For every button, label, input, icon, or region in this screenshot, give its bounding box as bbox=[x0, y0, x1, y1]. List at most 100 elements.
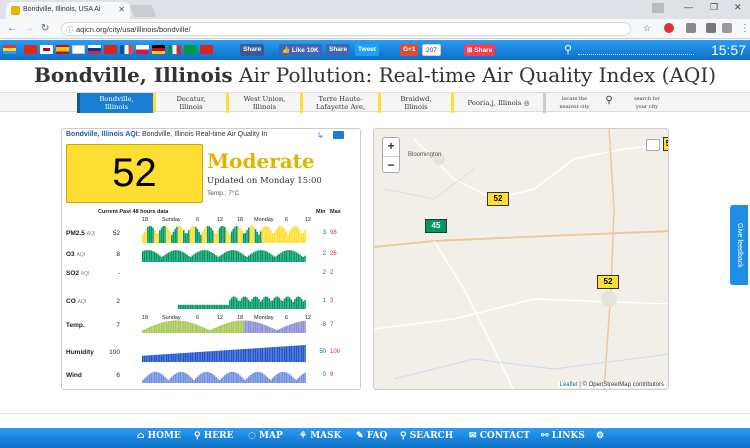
flag-icon[interactable] bbox=[88, 45, 101, 54]
aqi-header-link[interactable]: Bondville, Illinois AQI: bbox=[66, 131, 140, 138]
tweet-button[interactable]: Tweet bbox=[355, 44, 379, 56]
share-button-2[interactable]: ⊞ Share bbox=[464, 44, 496, 56]
sparkline-bar bbox=[167, 252, 170, 262]
nav-search[interactable]: ⚲ SEARCH bbox=[400, 431, 453, 441]
settings-gear-icon[interactable]: ⚙ bbox=[596, 431, 604, 441]
sparkline-bar bbox=[295, 322, 298, 333]
search-icon[interactable]: ⚲ bbox=[564, 43, 572, 56]
sparkline-bar bbox=[150, 372, 153, 383]
sparkline-bar bbox=[218, 379, 221, 383]
nav-contact[interactable]: ✉ CONTACT bbox=[469, 431, 530, 441]
zoom-out-button[interactable]: − bbox=[383, 156, 399, 174]
aqi-marker[interactable]: 45 bbox=[425, 219, 447, 233]
nav-map[interactable]: ◌ MAP bbox=[248, 431, 283, 441]
menu-icon[interactable]: ⋮ bbox=[740, 23, 750, 34]
sparkline-bar bbox=[302, 345, 305, 362]
nav-here[interactable]: ⚲ HERE bbox=[194, 431, 233, 441]
sparkline-bar bbox=[165, 226, 168, 243]
flag-icon[interactable] bbox=[24, 45, 37, 54]
sparkline-bar bbox=[218, 350, 221, 362]
locate-nearest-city[interactable]: locate the nearest city bbox=[543, 93, 603, 113]
sparkline-bar bbox=[201, 351, 204, 362]
extension-icon[interactable] bbox=[664, 23, 674, 33]
facebook-share-button[interactable]: Share bbox=[240, 44, 265, 56]
sparkline-bar bbox=[275, 229, 277, 243]
sparkline-bar bbox=[220, 254, 223, 262]
sparkline-bar bbox=[304, 320, 306, 333]
sparkline-bar bbox=[196, 324, 199, 333]
flag-icon[interactable] bbox=[40, 45, 53, 54]
sparkline-bar bbox=[263, 297, 265, 309]
flag-icon[interactable] bbox=[168, 45, 181, 54]
city-link-decatur[interactable]: Decatur, Illinois bbox=[153, 93, 226, 113]
sparkline-bar bbox=[299, 376, 301, 383]
sparkline-bar bbox=[242, 320, 245, 333]
browser-tab[interactable]: Bondville, Illinois, USA Ai ✕ bbox=[6, 2, 130, 19]
flag-icon[interactable] bbox=[200, 45, 213, 54]
sparkline-bar bbox=[273, 329, 276, 333]
profile-icon[interactable] bbox=[652, 3, 664, 13]
flag-icon[interactable] bbox=[152, 45, 165, 54]
sparkline-bar bbox=[179, 353, 182, 362]
flag-icon[interactable] bbox=[136, 45, 149, 54]
sparkline-bar bbox=[212, 230, 214, 243]
google-plus-button[interactable]: G+1 bbox=[400, 44, 419, 56]
flag-icon[interactable] bbox=[184, 45, 197, 54]
city-link-west-union[interactable]: West Union, Illinois bbox=[226, 93, 300, 113]
layers-icon[interactable] bbox=[646, 139, 660, 151]
reload-icon[interactable]: ↻ bbox=[41, 23, 49, 34]
bookmark-star-icon[interactable]: ☆ bbox=[643, 23, 651, 34]
flag-icon[interactable] bbox=[56, 45, 69, 54]
sparkline-bar bbox=[282, 371, 284, 383]
sparkline-bar bbox=[147, 226, 149, 243]
city-link-braidwood[interactable]: Braidwd, Illinois bbox=[378, 93, 451, 113]
sparkline-bar bbox=[292, 377, 294, 383]
sparkline-bar bbox=[287, 296, 289, 309]
nav-links[interactable]: ⚯ LINKS bbox=[541, 431, 585, 441]
share-arrow-icon[interactable]: ↳ bbox=[317, 131, 324, 140]
aqi-marker[interactable]: 52 bbox=[597, 275, 619, 289]
aqi-marker[interactable]: 52 bbox=[487, 192, 509, 206]
aqi-marker[interactable]: 5 bbox=[663, 137, 668, 151]
sparkline-bar bbox=[148, 373, 151, 383]
search-your-city[interactable]: search for your city bbox=[617, 93, 677, 113]
city-link-peoria[interactable]: Peoria,j, Illinois ◎ bbox=[451, 93, 543, 113]
facebook-like-button[interactable]: 👍 Like 10K bbox=[279, 44, 322, 56]
sparkline-bar bbox=[249, 320, 252, 333]
sparkline-bar bbox=[208, 226, 211, 243]
close-tab-icon[interactable]: ✕ bbox=[118, 5, 125, 14]
site-search-input[interactable] bbox=[578, 54, 694, 55]
aqi-map[interactable]: + − Bloomington 52 45 52 5 Leaflet | © O… bbox=[373, 128, 669, 390]
extension-icon[interactable] bbox=[686, 23, 696, 33]
flag-icon[interactable] bbox=[72, 45, 85, 54]
flag-icon[interactable] bbox=[120, 45, 133, 54]
sparkline-bar bbox=[280, 252, 282, 262]
leaflet-link[interactable]: Leaflet bbox=[560, 382, 578, 388]
extension-icon[interactable] bbox=[706, 23, 716, 33]
sparkline-bar bbox=[188, 375, 190, 383]
sparkline-bar bbox=[253, 348, 255, 362]
maximize-icon[interactable]: ❐ bbox=[710, 2, 718, 13]
forward-icon[interactable]: → bbox=[24, 23, 34, 34]
city-link-bondville[interactable]: Bondville, Illinois bbox=[77, 93, 153, 113]
flag-icon[interactable] bbox=[104, 45, 117, 54]
back-icon[interactable]: ← bbox=[7, 23, 17, 34]
minimize-icon[interactable]: — bbox=[684, 2, 693, 12]
new-tab-button[interactable] bbox=[129, 5, 157, 17]
give-feedback-button[interactable]: Give feedback bbox=[730, 205, 748, 285]
sparkline-bar bbox=[285, 250, 288, 262]
search-icon[interactable]: ⚲ bbox=[603, 93, 615, 113]
share-button[interactable]: Share bbox=[326, 44, 351, 56]
nav-mask[interactable]: ⚘ MASK bbox=[299, 431, 341, 441]
city-link-terre-haute[interactable]: Terre Haute- Lafayette Ave, bbox=[300, 93, 378, 113]
close-window-icon[interactable]: ✕ bbox=[734, 2, 742, 13]
flag-icon[interactable] bbox=[3, 45, 16, 54]
extension-icon[interactable] bbox=[722, 23, 732, 33]
nav-faq[interactable]: ✎ FAQ bbox=[356, 431, 387, 441]
sparkline-bar bbox=[251, 225, 253, 243]
sparkline-bar bbox=[152, 372, 154, 383]
widget-icon[interactable] bbox=[333, 131, 344, 139]
url-field[interactable]: ⓘ aqicn.org/city/usa/illinois/bondville/ bbox=[61, 22, 631, 36]
nav-home[interactable]: ⌂ HOME bbox=[137, 431, 181, 441]
zoom-in-button[interactable]: + bbox=[383, 138, 399, 156]
